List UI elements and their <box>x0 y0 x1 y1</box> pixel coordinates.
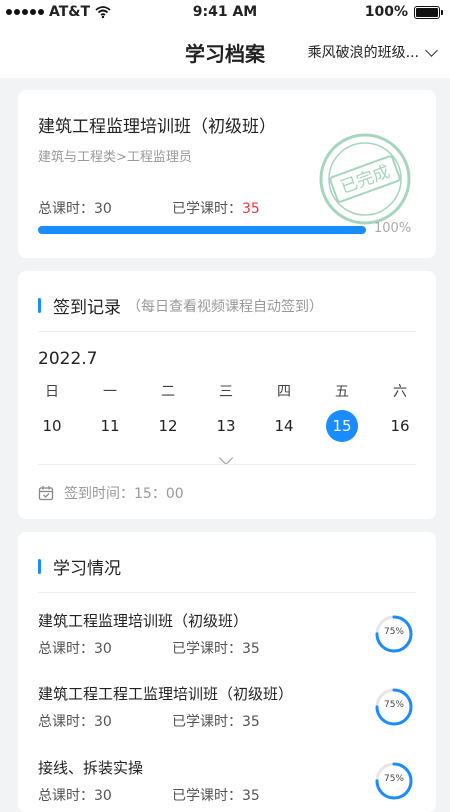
sign-in-header: 签到记录 （每日查看视频课程自动签到） <box>38 293 323 318</box>
progress-ring: 75% <box>374 761 414 801</box>
sign-in-time: 签到时间：15：00 <box>38 483 184 503</box>
course-progress-bar <box>38 226 366 234</box>
study-item-title: 建筑工程监理培训班（初级班） <box>38 612 249 630</box>
progress-ring-label: 75% <box>383 774 404 784</box>
battery-group: 100% <box>364 4 443 20</box>
calendar-day[interactable]: 11 <box>92 410 128 442</box>
progress-ring-label: 75% <box>383 700 404 710</box>
battery-percent: 100% <box>364 4 408 20</box>
weekday-label: 三 <box>219 384 233 400</box>
divider <box>38 592 416 593</box>
course-progress-fill <box>38 226 366 234</box>
divider <box>38 331 416 332</box>
progress-ring: 75% <box>374 687 414 727</box>
calendar-day[interactable]: 10 <box>34 410 70 442</box>
weekday-label: 五 <box>335 384 349 400</box>
chevron-down-icon <box>425 43 438 57</box>
calendar-day[interactable]: 12 <box>150 410 186 442</box>
divider <box>38 464 416 465</box>
calendar-month: 2022.7 <box>38 349 98 369</box>
weekday-label: 二 <box>161 384 175 400</box>
studied-hours: 已学课时：35 <box>172 198 260 218</box>
study-header: 学习情况 <box>38 554 121 579</box>
calendar-day[interactable]: 13 <box>208 410 244 442</box>
study-item-total-hours: 总课时：30 <box>38 641 112 657</box>
progress-ring-label: 75% <box>383 627 404 637</box>
weekday-label: 四 <box>277 384 291 400</box>
sign-in-title: 签到记录 <box>53 298 121 318</box>
study-item[interactable]: 建筑工程监理培训班（初级班） 总课时：30 已学课时：35 75% <box>38 610 416 680</box>
course-category: 建筑与工程类>工程监理员 <box>38 150 192 165</box>
calendar-day[interactable]: 16 <box>382 410 418 442</box>
calendar-check-icon <box>38 486 54 501</box>
calendar-day[interactable]: 14 <box>266 410 302 442</box>
sign-in-time-text: 签到时间：15：00 <box>64 486 184 502</box>
nav-bar: 学习档案 乘风破浪的班级... <box>0 24 450 78</box>
total-hours: 总课时：30 <box>38 201 112 217</box>
study-item-title: 接线、拆装实操 <box>38 759 144 777</box>
class-selector-label: 乘风破浪的班级... <box>307 45 419 61</box>
weekday-label: 六 <box>393 384 407 400</box>
status-bar: AT&T 9:41 AM 100% <box>0 0 450 24</box>
studied-hours-value: 35 <box>242 201 260 217</box>
study-item-total-hours: 总课时：30 <box>38 788 112 804</box>
course-card[interactable]: 建筑工程监理培训班（初级班） 建筑与工程类>工程监理员 总课时：30 已学课时：… <box>18 90 436 258</box>
section-accent-bar <box>38 559 41 574</box>
study-item-studied-hours: 已学课时：35 <box>172 788 260 804</box>
progress-ring: 75% <box>374 614 414 654</box>
study-item-title: 建筑工程工程工监理培训班（初级班） <box>38 685 294 703</box>
battery-icon <box>414 5 443 19</box>
study-title: 学习情况 <box>53 559 121 579</box>
weekday-label: 一 <box>103 384 117 400</box>
study-item-studied-hours: 已学课时：35 <box>172 714 260 730</box>
study-item[interactable]: 建筑工程工程工监理培训班（初级班） 总课时：30 已学课时：35 75% <box>38 683 416 753</box>
class-selector[interactable]: 乘风破浪的班级... <box>307 42 438 62</box>
sign-in-card: 签到记录 （每日查看视频课程自动签到） 2022.7 日 一 二 三 四 五 六 10 11 1… <box>18 271 436 519</box>
study-item-total-hours: 总课时：30 <box>38 714 112 730</box>
study-status-card: 学习情况 建筑工程监理培训班（初级班） 总课时：30 已学课时：35 75% 建筑工程工… <box>18 532 436 812</box>
calendar-day-selected[interactable]: 15 <box>326 410 358 442</box>
sign-in-note: （每日查看视频课程自动签到） <box>127 298 323 315</box>
studied-hours-label: 已学课时： <box>172 201 242 217</box>
completed-stamp: 已完成 <box>319 133 411 225</box>
expand-calendar-icon[interactable] <box>218 450 234 466</box>
section-accent-bar <box>38 298 41 313</box>
study-item-studied-hours: 已学课时：35 <box>172 641 260 657</box>
course-title: 建筑工程监理培训班（初级班） <box>38 117 276 137</box>
weekday-label: 日 <box>45 384 59 400</box>
study-item[interactable]: 接线、拆装实操 总课时：30 已学课时：35 75% <box>38 757 416 812</box>
